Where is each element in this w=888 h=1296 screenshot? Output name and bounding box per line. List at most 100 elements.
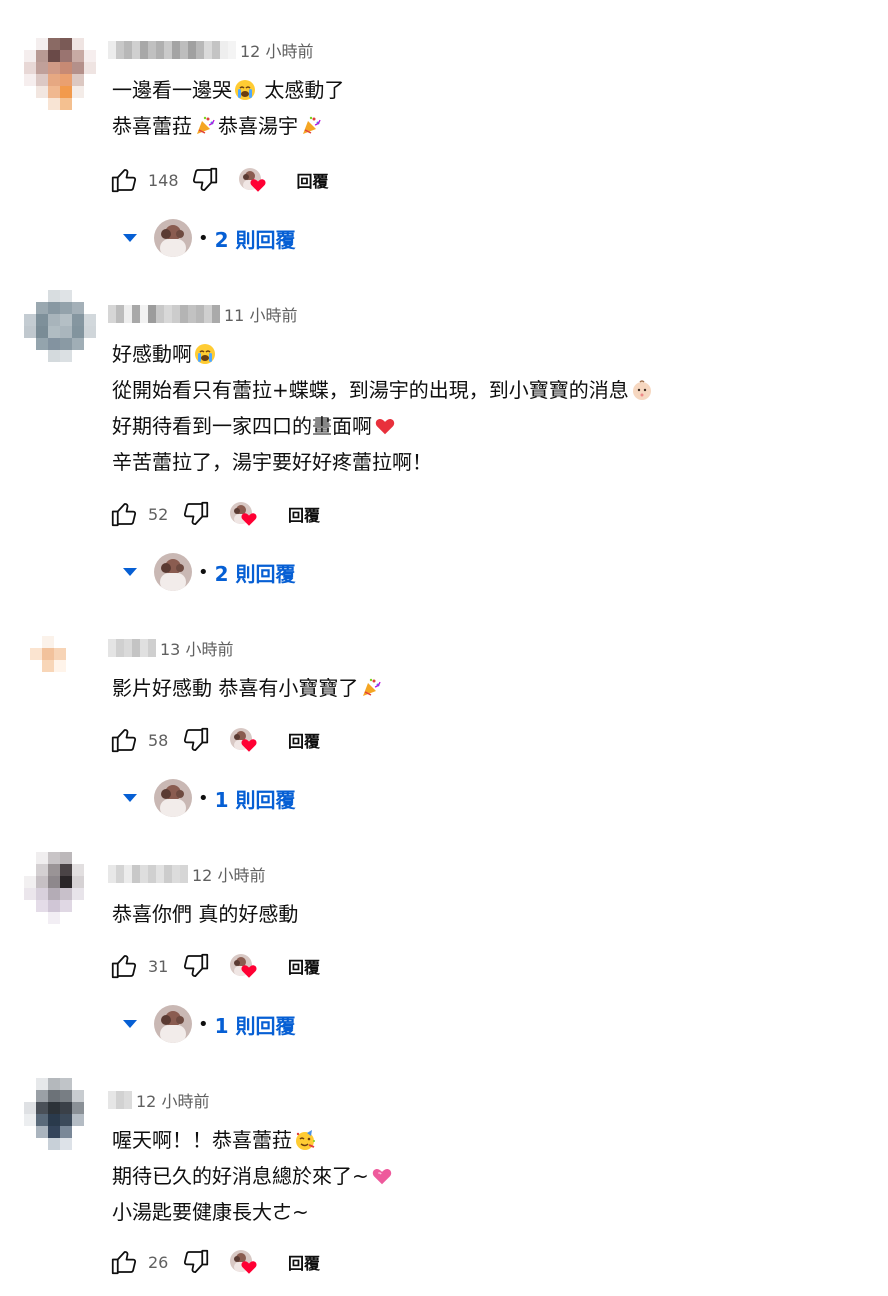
comment-line: 辛苦蕾拉了，湯宇要好好疼蕾拉啊！ bbox=[112, 450, 432, 474]
dislike-button[interactable] bbox=[180, 724, 212, 756]
comment-timestamp[interactable]: 13 小時前 bbox=[160, 636, 233, 660]
like-button[interactable] bbox=[108, 498, 140, 530]
thumbs-down-icon bbox=[183, 727, 209, 751]
like-button[interactable] bbox=[108, 164, 140, 196]
comment-line: 恭喜你們 真的好感動 bbox=[112, 902, 299, 926]
party-popper-icon bbox=[300, 112, 322, 134]
like-count: 31 bbox=[148, 956, 169, 976]
thumbs-up-icon bbox=[111, 169, 137, 193]
comment-text: 恭喜你們 真的好感動 bbox=[112, 896, 298, 932]
heart-icon bbox=[241, 1261, 257, 1274]
avatar[interactable] bbox=[24, 290, 96, 362]
thumbs-down-icon bbox=[183, 953, 209, 977]
like-button[interactable] bbox=[108, 1246, 140, 1278]
replier-avatar bbox=[154, 779, 192, 817]
replier-avatar bbox=[154, 1005, 192, 1043]
comment-actions: 26 回覆 bbox=[108, 1246, 320, 1278]
creator-heart-badge bbox=[228, 1246, 262, 1278]
comment-actions: 52 回覆 bbox=[108, 498, 320, 530]
reply-button[interactable]: 回覆 bbox=[297, 168, 329, 192]
reply-count-link[interactable]: 2 則回覆 bbox=[215, 558, 296, 587]
party-popper-icon bbox=[360, 674, 382, 696]
dislike-button[interactable] bbox=[180, 498, 212, 530]
comment-actions: 148 回覆 bbox=[108, 164, 329, 196]
comment: 11 小時前 好感動啊 從開始看只有蕾拉+蝶蝶，到湯宇的出現，到小寶寶的消息 好… bbox=[0, 290, 888, 612]
author-name-blurred[interactable] bbox=[108, 305, 220, 323]
comment-header: 12 小時前 bbox=[108, 38, 313, 62]
red-heart-icon bbox=[374, 412, 396, 435]
heart-icon bbox=[250, 179, 266, 192]
chevron-down-icon bbox=[116, 218, 144, 258]
comment-text: 影片好感動 恭喜有小寶寶了 bbox=[112, 670, 384, 706]
creator-heart-badge bbox=[228, 498, 262, 530]
comment-line: 喔天啊！！恭喜蕾菈 bbox=[112, 1122, 395, 1158]
crying-face-icon bbox=[194, 340, 216, 364]
chevron-down-icon bbox=[116, 1004, 144, 1044]
creator-heart-badge bbox=[237, 164, 271, 196]
avatar[interactable] bbox=[30, 636, 102, 708]
baby-face-icon bbox=[631, 376, 653, 400]
like-button[interactable] bbox=[108, 950, 140, 982]
comment-line: 一邊看一邊哭 太感動了 bbox=[112, 76, 345, 102]
comment-line: 影片好感動 恭喜有小寶寶了 bbox=[112, 670, 384, 706]
like-button[interactable] bbox=[108, 724, 140, 756]
like-count: 58 bbox=[148, 730, 169, 750]
comment-header: 12 小時前 bbox=[108, 1088, 209, 1112]
comment-line: 期待已久的好消息總於來了~ bbox=[112, 1158, 395, 1194]
chevron-down-icon bbox=[116, 552, 144, 592]
comment-text: 喔天啊！！恭喜蕾菈 期待已久的好消息總於來了~ 小湯匙要健康長大ㄜ~ bbox=[112, 1122, 395, 1230]
comment-timestamp[interactable]: 12 小時前 bbox=[240, 38, 313, 62]
view-replies-button[interactable]: • 1 則回覆 bbox=[116, 778, 296, 818]
comment: 13 小時前 影片好感動 恭喜有小寶寶了 58 回覆 • 1 則回覆 bbox=[0, 636, 888, 836]
comment-line: 好感動啊 bbox=[112, 336, 655, 372]
thumbs-up-icon bbox=[111, 503, 137, 527]
reply-count-link[interactable]: 1 則回覆 bbox=[215, 1010, 296, 1039]
like-count: 148 bbox=[148, 170, 179, 190]
comment-timestamp[interactable]: 11 小時前 bbox=[224, 302, 297, 326]
comment-timestamp[interactable]: 12 小時前 bbox=[192, 862, 265, 886]
comment-header: 11 小時前 bbox=[108, 302, 297, 326]
comment-actions: 31 回覆 bbox=[108, 950, 320, 982]
thumbs-up-icon bbox=[111, 1251, 137, 1275]
avatar[interactable] bbox=[24, 1078, 96, 1150]
comment: 12 小時前 喔天啊！！恭喜蕾菈 期待已久的好消息總於來了~ 小湯匙要健康長大ㄜ… bbox=[0, 1078, 888, 1296]
view-replies-button[interactable]: • 2 則回覆 bbox=[116, 218, 296, 258]
view-replies-button[interactable]: • 1 則回覆 bbox=[116, 1004, 296, 1044]
thumbs-up-icon bbox=[111, 729, 137, 753]
dislike-button[interactable] bbox=[189, 164, 221, 196]
partying-face-icon bbox=[294, 1126, 316, 1150]
reply-button[interactable]: 回覆 bbox=[288, 954, 320, 978]
crying-face-icon bbox=[234, 76, 256, 100]
avatar[interactable] bbox=[24, 852, 96, 924]
comment: 12 小時前 恭喜你們 真的好感動 31 回覆 • 1 則回覆 bbox=[0, 852, 888, 1062]
comment-actions: 58 回覆 bbox=[108, 724, 320, 756]
party-popper-icon bbox=[194, 112, 216, 134]
reply-button[interactable]: 回覆 bbox=[288, 502, 320, 526]
view-replies-button[interactable]: • 2 則回覆 bbox=[116, 552, 296, 592]
creator-heart-badge bbox=[228, 724, 262, 756]
comment: 12 小時前 一邊看一邊哭 太感動了 恭喜蕾菈 恭喜湯宇 148 回覆 • 2 則… bbox=[0, 38, 888, 278]
comment-line: 好期待看到一家四口的畫面啊 bbox=[112, 408, 655, 444]
heart-icon bbox=[241, 965, 257, 978]
thumbs-up-icon bbox=[111, 955, 137, 979]
author-name-blurred[interactable] bbox=[108, 639, 156, 657]
reply-button[interactable]: 回覆 bbox=[288, 1250, 320, 1274]
dislike-button[interactable] bbox=[180, 1246, 212, 1278]
author-name-blurred[interactable] bbox=[108, 865, 188, 883]
replier-avatar bbox=[154, 219, 192, 257]
reply-count-link[interactable]: 2 則回覆 bbox=[215, 224, 296, 253]
comment-timestamp[interactable]: 12 小時前 bbox=[136, 1088, 209, 1112]
comment-header: 13 小時前 bbox=[108, 636, 233, 660]
author-name-blurred[interactable] bbox=[108, 41, 236, 59]
comment-line: 小湯匙要健康長大ㄜ~ bbox=[112, 1200, 309, 1224]
like-count: 26 bbox=[148, 1252, 169, 1272]
reply-button[interactable]: 回覆 bbox=[288, 728, 320, 752]
avatar[interactable] bbox=[24, 38, 96, 110]
author-name-blurred[interactable] bbox=[108, 1091, 132, 1109]
comment-text: 一邊看一邊哭 太感動了 恭喜蕾菈 恭喜湯宇 bbox=[112, 72, 344, 144]
reply-count-link[interactable]: 1 則回覆 bbox=[215, 784, 296, 813]
thumbs-down-icon bbox=[183, 501, 209, 525]
replier-avatar bbox=[154, 553, 192, 591]
like-count: 52 bbox=[148, 504, 169, 524]
dislike-button[interactable] bbox=[180, 950, 212, 982]
